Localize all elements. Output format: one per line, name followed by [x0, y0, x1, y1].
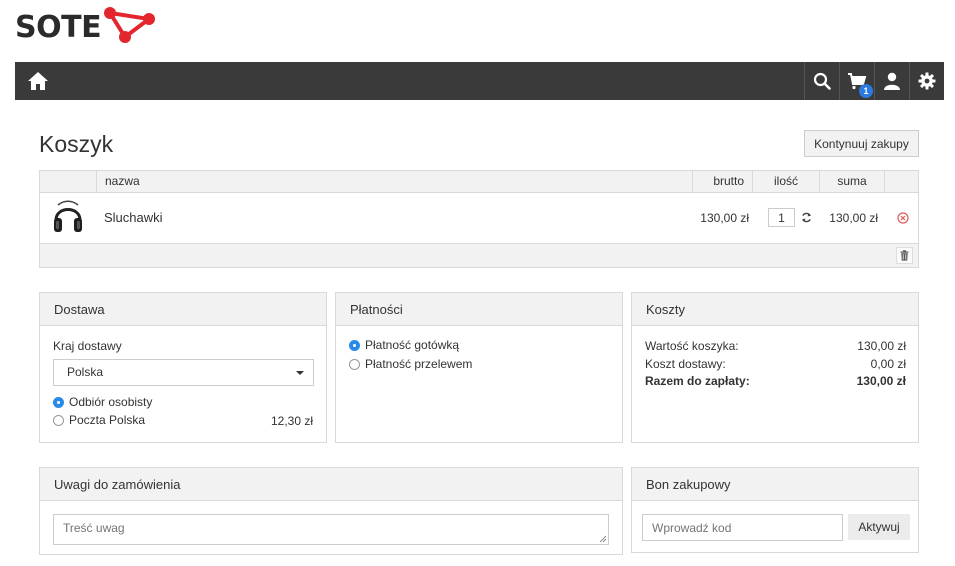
- order-notes-title: Uwagi do zamówienia: [40, 468, 622, 501]
- logo[interactable]: SOTE: [15, 6, 157, 48]
- cost-value: 130,00 zł: [856, 374, 906, 388]
- trash-icon: [900, 250, 909, 261]
- page-title: Koszyk: [39, 131, 114, 157]
- delivery-option-pickup[interactable]: Odbiór osobisty: [53, 395, 152, 409]
- country-select[interactable]: Polska: [53, 359, 314, 386]
- costs-panel: Koszty Wartość koszyka: 130,00 zł Koszt …: [631, 292, 919, 443]
- cost-value: 130,00 zł: [857, 339, 906, 353]
- cart-count-badge: 1: [859, 84, 873, 98]
- voucher-code-input[interactable]: [642, 514, 843, 541]
- logo-mark-icon: [104, 7, 156, 43]
- gear-icon: [918, 72, 936, 90]
- cost-value: 0,00 zł: [870, 357, 906, 371]
- cart-table-header: nazwa brutto ilość suma: [40, 171, 918, 193]
- cost-label: Wartość koszyka:: [645, 339, 739, 353]
- column-header-sum: suma: [819, 171, 884, 192]
- order-notes-textarea[interactable]: [53, 514, 609, 545]
- radio-unselected-icon: [53, 414, 64, 426]
- delivery-option-label: Poczta Polska: [69, 413, 146, 427]
- voucher-panel-title: Bon zakupowy: [632, 468, 918, 501]
- cost-row-shipping: Koszt dostawy: 0,00 zł: [645, 357, 906, 371]
- resize-grip-icon[interactable]: [599, 535, 607, 543]
- refresh-icon[interactable]: [801, 212, 812, 223]
- payment-option-transfer[interactable]: Płatność przelewem: [349, 357, 472, 371]
- column-header-name: nazwa: [96, 171, 692, 192]
- radio-selected-icon: [349, 339, 360, 351]
- delivery-option-price: 12,30 zł: [270, 414, 313, 428]
- search-icon: [813, 72, 831, 90]
- country-label: Kraj dostawy: [53, 339, 122, 353]
- payment-panel-title: Płatności: [336, 293, 622, 326]
- delivery-panel: Dostawa Kraj dostawy Polska Odbiór osobi…: [39, 292, 327, 443]
- quantity-input[interactable]: [768, 208, 795, 227]
- voucher-panel: Bon zakupowy Aktywuj: [631, 467, 919, 553]
- delivery-option-post[interactable]: Poczta Polska: [53, 413, 145, 427]
- country-select-value: Polska: [67, 365, 104, 379]
- continue-shopping-button[interactable]: Kontynuuj zakupy: [804, 130, 919, 157]
- payment-option-cash[interactable]: Płatność gotówką: [349, 338, 459, 352]
- delivery-panel-title: Dostawa: [40, 293, 326, 326]
- chevron-down-icon: [296, 371, 304, 375]
- cost-row-total: Razem do zapłaty: 130,00 zł: [645, 374, 906, 388]
- logo-text: SOTE: [15, 9, 102, 45]
- product-price: 130,00 zł: [700, 211, 749, 225]
- delivery-option-label: Odbiór osobisty: [69, 395, 153, 409]
- home-icon[interactable]: [27, 71, 49, 91]
- clear-cart-button[interactable]: [896, 247, 913, 264]
- payment-option-label: Płatność przelewem: [365, 357, 473, 371]
- account-button[interactable]: [874, 62, 909, 100]
- cost-label: Koszt dostawy:: [645, 357, 726, 371]
- cart-table: nazwa brutto ilość suma Sluchawki 130,00…: [39, 170, 919, 268]
- cost-label: Razem do zapłaty:: [645, 374, 750, 388]
- headphones-icon[interactable]: [52, 198, 84, 236]
- product-name[interactable]: Sluchawki: [104, 210, 163, 225]
- cart-button[interactable]: 1: [839, 62, 874, 100]
- column-header-actions: [884, 171, 918, 192]
- remove-item-icon[interactable]: [897, 212, 909, 224]
- top-navbar: 1: [15, 62, 944, 100]
- cart-table-footer: [40, 243, 918, 267]
- settings-button[interactable]: [909, 62, 944, 100]
- search-button[interactable]: [804, 62, 839, 100]
- column-header-brutto: brutto: [692, 171, 752, 192]
- activate-voucher-button[interactable]: Aktywuj: [848, 514, 910, 540]
- costs-panel-title: Koszty: [632, 293, 918, 326]
- cost-row-cart-value: Wartość koszyka: 130,00 zł: [645, 339, 906, 353]
- radio-unselected-icon: [349, 358, 360, 370]
- payment-option-label: Płatność gotówką: [365, 338, 460, 352]
- column-header-quantity: ilość: [752, 171, 819, 192]
- order-notes-panel: Uwagi do zamówienia: [39, 467, 623, 555]
- radio-selected-icon: [53, 396, 64, 408]
- user-icon: [884, 72, 900, 90]
- product-total: 130,00 zł: [829, 211, 878, 225]
- payment-panel: Płatności Płatność gotówką Płatność prze…: [335, 292, 623, 443]
